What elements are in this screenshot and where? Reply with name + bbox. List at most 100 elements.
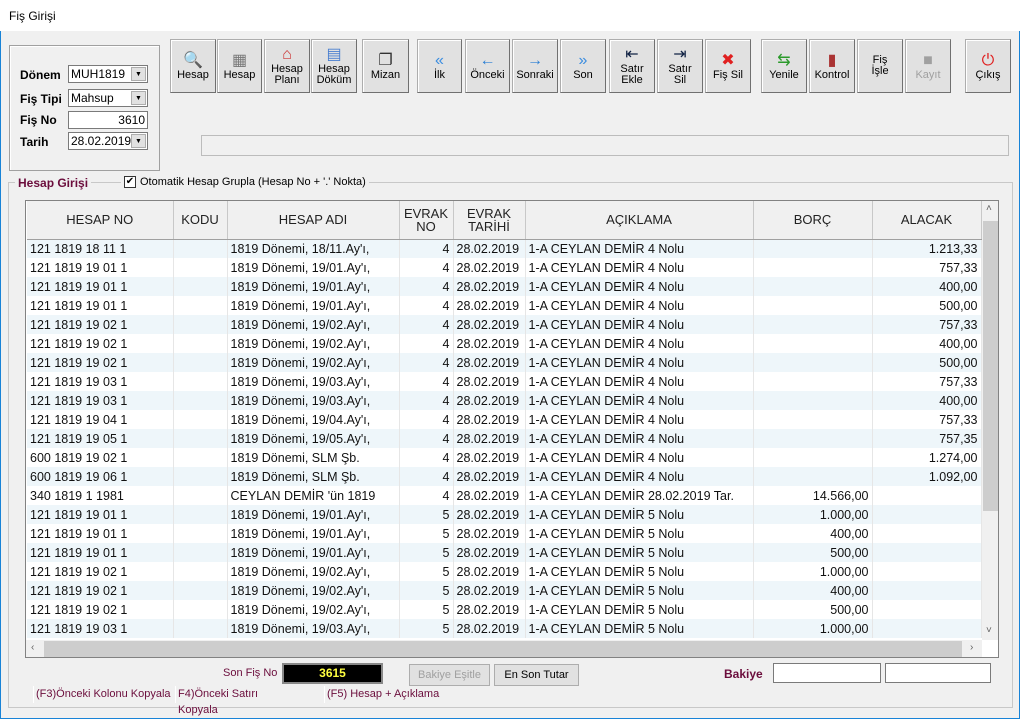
hesap-calc-button[interactable]: ▦ Hesap: [217, 39, 262, 93]
horizontal-scrollbar[interactable]: ‹ ›: [26, 640, 982, 657]
cell-borc[interactable]: [753, 429, 873, 448]
cell-kodu[interactable]: [173, 581, 228, 600]
cell-evrak-no[interactable]: 4: [399, 486, 454, 505]
cell-alacak[interactable]: 1.213,33: [872, 239, 982, 258]
cell-alacak[interactable]: 757,33: [872, 258, 982, 277]
cell-evrak-tarihi[interactable]: 28.02.2019: [453, 296, 526, 315]
vertical-scroll-thumb[interactable]: [983, 221, 998, 511]
column-header[interactable]: EVRAK NO: [399, 201, 454, 240]
table-row[interactable]: 340 1819 1 1981 CEYLAN DEMİR 'ün 1819 4 28.…: [27, 486, 982, 505]
vertical-scrollbar[interactable]: ˄ ˅: [982, 201, 998, 640]
cell-aciklama[interactable]: 1-A CEYLAN DEMİR 4 Nolu: [525, 410, 754, 429]
fis-sil-button[interactable]: ✖ Fiş Sil: [705, 39, 751, 93]
cell-hesap-adi[interactable]: 1819 Dönemi, SLM Şb.: [227, 467, 400, 486]
cell-evrak-no[interactable]: 4: [399, 391, 454, 410]
cell-hesap-no[interactable]: 121 1819 19 02 1: [27, 315, 174, 334]
cell-aciklama[interactable]: 1-A CEYLAN DEMİR 4 Nolu: [525, 353, 754, 372]
hesap-search-button[interactable]: 🔍 Hesap: [170, 39, 216, 93]
cell-aciklama[interactable]: 1-A CEYLAN DEMİR 4 Nolu: [525, 315, 754, 334]
cell-hesap-adi[interactable]: 1819 Dönemi, 19/01.Ay'ı,: [227, 296, 400, 315]
table-row[interactable]: 121 1819 19 02 1 1819 Dönemi, 19/02.Ay'ı,…: [27, 600, 982, 619]
cell-hesap-no[interactable]: 121 1819 19 03 1: [27, 372, 174, 391]
cell-hesap-adi[interactable]: 1819 Dönemi, 19/02.Ay'ı,: [227, 334, 400, 353]
cell-hesap-no[interactable]: 121 1819 19 01 1: [27, 543, 174, 562]
son-button[interactable]: » Son: [560, 39, 606, 93]
ilk-button[interactable]: «İlk: [417, 39, 462, 93]
cell-aciklama[interactable]: 1-A CEYLAN DEMİR 4 Nolu: [525, 372, 754, 391]
cell-borc[interactable]: 500,00: [753, 600, 873, 619]
cell-kodu[interactable]: [173, 524, 228, 543]
cell-borc[interactable]: 1.000,00: [753, 505, 873, 524]
cell-evrak-tarihi[interactable]: 28.02.2019: [453, 448, 526, 467]
cell-evrak-tarihi[interactable]: 28.02.2019: [453, 467, 526, 486]
cell-borc[interactable]: [753, 277, 873, 296]
hesap-plani-button[interactable]: ⌂ Hesap Planı: [264, 39, 310, 93]
cell-hesap-adi[interactable]: 1819 Dönemi, 19/02.Ay'ı,: [227, 315, 400, 334]
cell-alacak[interactable]: 400,00: [872, 277, 982, 296]
cell-hesap-adi[interactable]: 1819 Dönemi, 19/03.Ay'ı,: [227, 391, 400, 410]
cell-alacak[interactable]: 500,00: [872, 296, 982, 315]
bakiye-field-1[interactable]: [773, 663, 881, 683]
cell-kodu[interactable]: [173, 505, 228, 524]
cell-alacak[interactable]: 500,00: [872, 353, 982, 372]
cell-evrak-tarihi[interactable]: 28.02.2019: [453, 429, 526, 448]
donem-select[interactable]: MUH1819 ▼: [68, 65, 148, 83]
cell-aciklama[interactable]: 1-A CEYLAN DEMİR 5 Nolu: [525, 581, 754, 600]
cell-aciklama[interactable]: 1-A CEYLAN DEMİR 4 Nolu: [525, 391, 754, 410]
kayit-button[interactable]: ■ Kayıt: [905, 39, 951, 93]
cell-alacak[interactable]: 400,00: [872, 334, 982, 353]
table-row[interactable]: 121 1819 19 02 1 1819 Dönemi, 19/02.Ay'ı,…: [27, 334, 982, 353]
table-row[interactable]: 121 1819 19 02 1 1819 Dönemi, 19/02.Ay'ı,…: [27, 315, 982, 334]
cell-borc[interactable]: 400,00: [753, 581, 873, 600]
cell-hesap-no[interactable]: 121 1819 19 01 1: [27, 505, 174, 524]
cell-evrak-no[interactable]: 4: [399, 277, 454, 296]
column-header[interactable]: KODU: [173, 201, 228, 240]
yenile-button[interactable]: ⇆ Yenile: [761, 39, 807, 93]
cell-evrak-no[interactable]: 5: [399, 581, 454, 600]
cell-kodu[interactable]: [173, 239, 228, 258]
cell-kodu[interactable]: [173, 372, 228, 391]
chevron-down-icon[interactable]: ▼: [131, 67, 146, 81]
onceki-button[interactable]: ← Önceki: [465, 39, 510, 93]
checkbox-check-icon[interactable]: ✔: [124, 176, 136, 188]
cell-kodu[interactable]: [173, 543, 228, 562]
cell-evrak-no[interactable]: 5: [399, 600, 454, 619]
cell-evrak-no[interactable]: 4: [399, 372, 454, 391]
cell-evrak-no[interactable]: 4: [399, 429, 454, 448]
satir-sil-button[interactable]: ⇥ Satır Sil: [657, 39, 703, 93]
cell-kodu[interactable]: [173, 315, 228, 334]
cell-alacak[interactable]: [872, 543, 982, 562]
cell-hesap-no[interactable]: 121 1819 19 02 1: [27, 334, 174, 353]
cell-kodu[interactable]: [173, 448, 228, 467]
cell-evrak-tarihi[interactable]: 28.02.2019: [453, 581, 526, 600]
cell-hesap-no[interactable]: 121 1819 19 02 1: [27, 562, 174, 581]
cell-borc[interactable]: [753, 467, 873, 486]
cell-hesap-adi[interactable]: 1819 Dönemi, 19/01.Ay'ı,: [227, 258, 400, 277]
scroll-down-icon[interactable]: ˅: [986, 625, 992, 636]
cell-evrak-tarihi[interactable]: 28.02.2019: [453, 524, 526, 543]
cell-evrak-no[interactable]: 5: [399, 619, 454, 638]
cell-kodu[interactable]: [173, 486, 228, 505]
cell-hesap-adi[interactable]: 1819 Dönemi, 19/01.Ay'ı,: [227, 543, 400, 562]
column-header[interactable]: AÇIKLAMA: [525, 201, 754, 240]
column-header[interactable]: HESAP ADI: [227, 201, 400, 240]
column-header[interactable]: HESAP NO: [27, 201, 174, 240]
cell-borc[interactable]: [753, 296, 873, 315]
fis-no-input[interactable]: 3610: [68, 111, 148, 129]
cell-evrak-tarihi[interactable]: 28.02.2019: [453, 277, 526, 296]
cell-hesap-no[interactable]: 121 1819 19 01 1: [27, 258, 174, 277]
cell-hesap-no[interactable]: 121 1819 19 01 1: [27, 296, 174, 315]
cell-hesap-no[interactable]: 121 1819 19 02 1: [27, 581, 174, 600]
table-row[interactable]: 121 1819 18 11 1 1819 Dönemi, 18/11.Ay'ı,…: [27, 239, 982, 258]
tarih-picker[interactable]: 28.02.2019 ▼: [68, 132, 148, 150]
cell-hesap-no[interactable]: 340 1819 1 1981: [27, 486, 174, 505]
cell-evrak-no[interactable]: 4: [399, 467, 454, 486]
cell-borc[interactable]: 400,00: [753, 524, 873, 543]
cell-evrak-tarihi[interactable]: 28.02.2019: [453, 315, 526, 334]
cell-aciklama[interactable]: 1-A CEYLAN DEMİR 4 Nolu: [525, 429, 754, 448]
cell-evrak-no[interactable]: 4: [399, 353, 454, 372]
table-row[interactable]: 121 1819 19 01 1 1819 Dönemi, 19/01.Ay'ı,…: [27, 258, 982, 277]
cell-hesap-no[interactable]: 121 1819 19 02 1: [27, 600, 174, 619]
cell-alacak[interactable]: [872, 505, 982, 524]
satir-ekle-button[interactable]: ⇤ Satır Ekle: [609, 39, 655, 93]
